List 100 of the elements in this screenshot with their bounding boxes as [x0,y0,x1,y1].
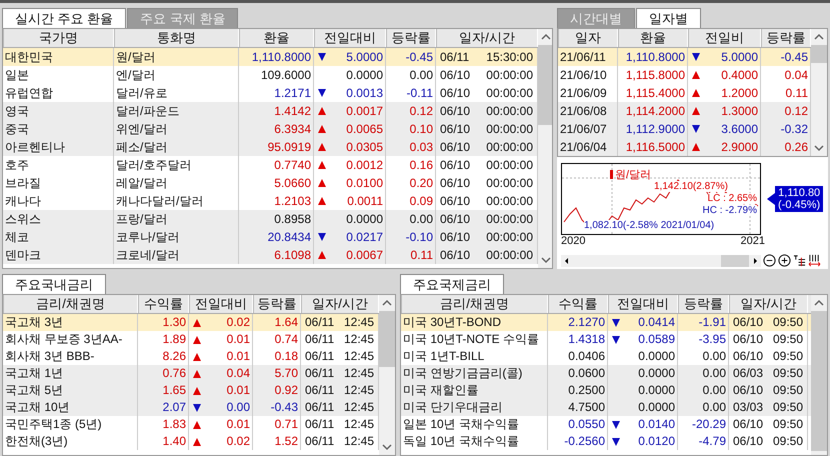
table-row[interactable]: 미국 10년T-NOTE 수익률 1.4318 0.0589 -3.95 06/10 09:50 [401,331,811,348]
table-row[interactable]: 미국 연방기금금리(콜) 0.0600 0.0000 0.00 06/03 09:50 [401,365,811,382]
tab[interactable]: 주요국제금리 [400,274,504,294]
table-row[interactable]: 미국 재할인률 0.2500 0.0000 0.00 06/10 09:50 [401,382,811,399]
table-row[interactable]: 21/06/11 1,110.8000 5.0000 -0.45 [558,48,811,66]
table-row[interactable]: 21/06/08 1,114.2000 1.3000 0.12 [558,102,811,120]
table-row[interactable]: 중국 위엔/달러 6.3934 0.0065 0.10 06/10 00:00:00 [3,120,538,138]
table-cell: 12:45 [344,365,374,382]
table-cell: 09:50 [772,365,803,382]
table-cell: 09:50 [772,348,803,365]
table-cell-text: 00:00:00 [486,247,533,264]
table-cell: 덴마크 [3,246,114,264]
column-header[interactable]: 환율 [239,29,314,47]
table-cell-text: 00:00:00 [486,85,533,102]
column-header[interactable]: 국가명 [3,29,114,47]
table-cell-text: 06/10 [440,157,470,174]
table-row[interactable]: 독일 10년 국채수익률 -0.2560 0.0120 -4.79 06/10 09:50 [401,433,811,450]
table-row[interactable]: 미국 단기우대금리 4.7500 0.0000 0.00 03/03 09:50 [401,399,811,416]
table-row[interactable]: 국고채 10년 2.07 0.00 -0.43 06/11 12:45 [3,399,379,416]
table-row[interactable]: 아르헨티나 페소/달러 95.0919 0.0305 0.03 06/10 00:00:00 [3,138,538,156]
table-row[interactable]: 회사채 3년 BBB- 8.26 0.01 0.18 06/11 12:45 [3,348,379,365]
table-cell-text: 00:00:00 [486,157,533,174]
table-cell-text: 15:30:00 [486,49,533,66]
column-header[interactable]: 수익률 [138,295,189,313]
table-row[interactable]: 브라질 레알/달러 5.0660 0.0100 0.20 06/10 00:00:00 [3,174,538,192]
column-header[interactable]: 전일대비 [189,295,253,313]
column-header[interactable]: 전일대비 [608,295,678,313]
high-change-label: HC : -2.79% [702,205,757,216]
table-row[interactable]: 유럽연합 달러/유로 1.2171 0.0013 -0.11 06/10 00:00:00 [3,84,538,102]
table-cell: 06/11 [305,399,334,416]
table-cell-text: 06/10 [440,193,470,210]
table-row[interactable]: 국민주택1종 (5년) 1.83 0.01 0.71 06/11 12:45 [3,416,379,433]
table-cell: 09:50 [772,399,803,416]
table-cell: 06/11 [305,416,334,433]
column-header[interactable]: 전일대비 [314,29,386,47]
table-cell-text: 06/10 [440,175,470,192]
table-cell-text: 0.4000 [721,67,758,84]
axis-label: 2020 [561,235,586,247]
table-row[interactable]: 체코 코루나/달러 20.8434 0.0217 -0.10 06/10 00:00:00 [3,228,538,246]
table-cell: 06/10 [733,348,764,365]
table-row[interactable]: 일본 엔/달러 109.6000 0.0000 0.00 06/10 00:00:00 [3,66,538,84]
table-row[interactable]: 미국 30년T-BOND 2.1270 0.0414 -1.91 06/10 09:50 [401,314,811,331]
table-row[interactable]: 국고채 5년 1.65 0.01 0.92 06/11 12:45 [3,382,379,399]
table-cell: 06/10 [733,314,764,331]
table-row[interactable]: 덴마크 크로네/달러 6.1098 0.0067 0.11 06/10 00:00:00 [3,246,538,264]
table-row[interactable]: 21/06/07 1,112.9000 3.6000 -0.32 [558,120,811,138]
column-header[interactable]: 수익률 [548,295,608,313]
table-cell: 09:50 [772,331,803,348]
table-cell: -0.2560 [548,433,608,450]
column-header[interactable]: 환율 [618,29,688,47]
column-header[interactable]: 등락률 [386,29,436,47]
table-row[interactable]: 대한민국 원/달러 1,110.8000 5.0000 -0.45 06/11 15:30:00 [3,48,538,66]
table-row[interactable]: 캐나다 캐나다달러/달러 1.2103 0.0011 0.09 06/10 00:00:00 [3,192,538,210]
table-cell: 06/11 [305,348,334,365]
table-row[interactable]: 21/06/09 1,115.4000 1.2000 0.11 [558,84,811,102]
table-cell-text: 00:00:00 [486,139,533,156]
table-row[interactable]: 스위스 프랑/달러 0.8958 0.0000 0.00 06/10 00:00:00 [3,210,538,228]
column-header[interactable]: 등락률 [253,295,301,313]
table-row[interactable]: 한전채(3년) 1.40 0.02 1.52 06/11 12:45 [3,433,379,450]
table-cell-text: 06/10 [440,85,470,102]
table-cell: 6.1098 [239,246,314,264]
table-cell: 0.01 [226,416,250,433]
column-header[interactable]: 통화명 [114,29,239,47]
column-header[interactable]: 일자/시간 [729,295,808,313]
table-row[interactable]: 회사채 무보증 3년AA- 1.89 0.01 0.74 06/11 12:45 [3,331,379,348]
table-cell: 한전채(3년) [3,433,138,450]
table-cell-text: 06/10 [440,103,470,120]
table-cell-text: 00:00:00 [486,67,533,84]
table-cell: 06/10 [733,382,764,399]
table-cell: 09:50 [772,416,803,433]
table-row[interactable]: 호주 달러/호주달러 0.7740 0.0012 0.16 06/10 00:00:00 [3,156,538,174]
table-cell: 12:45 [344,331,374,348]
column-header[interactable]: 전일비 [688,29,761,47]
legend-label: 원/달러 [615,168,652,182]
table-cell-text: 0.0217 [346,229,383,246]
table-row[interactable]: 영국 달러/파운드 1.4142 0.0017 0.12 06/10 00:00:00 [3,102,538,120]
table-cell: 0.0414 [638,314,675,331]
high-label: 1,142.10(2.87%) [654,181,728,192]
tab[interactable]: 주요국내금리 [2,274,106,294]
table-cell-text: 0.0000 [346,67,383,84]
price-tag: 1,110.80 (-0.45%) [775,186,824,212]
table-row[interactable]: 국고채 1년 0.76 0.04 5.70 06/11 12:45 [3,365,379,382]
table-cell: 06/11 [305,382,334,399]
table-row[interactable]: 21/06/04 1,116.5000 2.9000 0.26 [558,138,811,156]
axis-label: 2021 [740,235,765,247]
tab[interactable]: 실시간 주요 환율 [2,8,126,28]
table-cell-text: 0.0100 [346,175,383,192]
column-header[interactable]: 금리/채권명 [401,295,548,313]
table-cell: 06/10 [733,416,764,433]
table-cell: 0.11 [386,246,436,264]
column-header[interactable]: 금리/채권명 [3,295,138,313]
table-row[interactable]: 국고채 3년 1.30 0.02 1.64 06/11 12:45 [3,314,379,331]
column-header[interactable]: 일자 [558,29,618,47]
column-header[interactable]: 등락률 [678,295,729,313]
table-cell: 0.0140 [638,416,675,433]
table-cell: 12:45 [344,348,374,365]
table-row[interactable]: 일본 10년 국채수익률 0.0550 0.0140 -20.29 06/10 09:50 [401,416,811,433]
table-row[interactable]: 미국 1년T-BILL 0.0406 0.0000 0.00 06/10 09:50 [401,348,811,365]
table-row[interactable]: 21/06/10 1,115.8000 0.4000 0.04 [558,66,811,84]
tab[interactable]: 일자별 [636,8,701,28]
